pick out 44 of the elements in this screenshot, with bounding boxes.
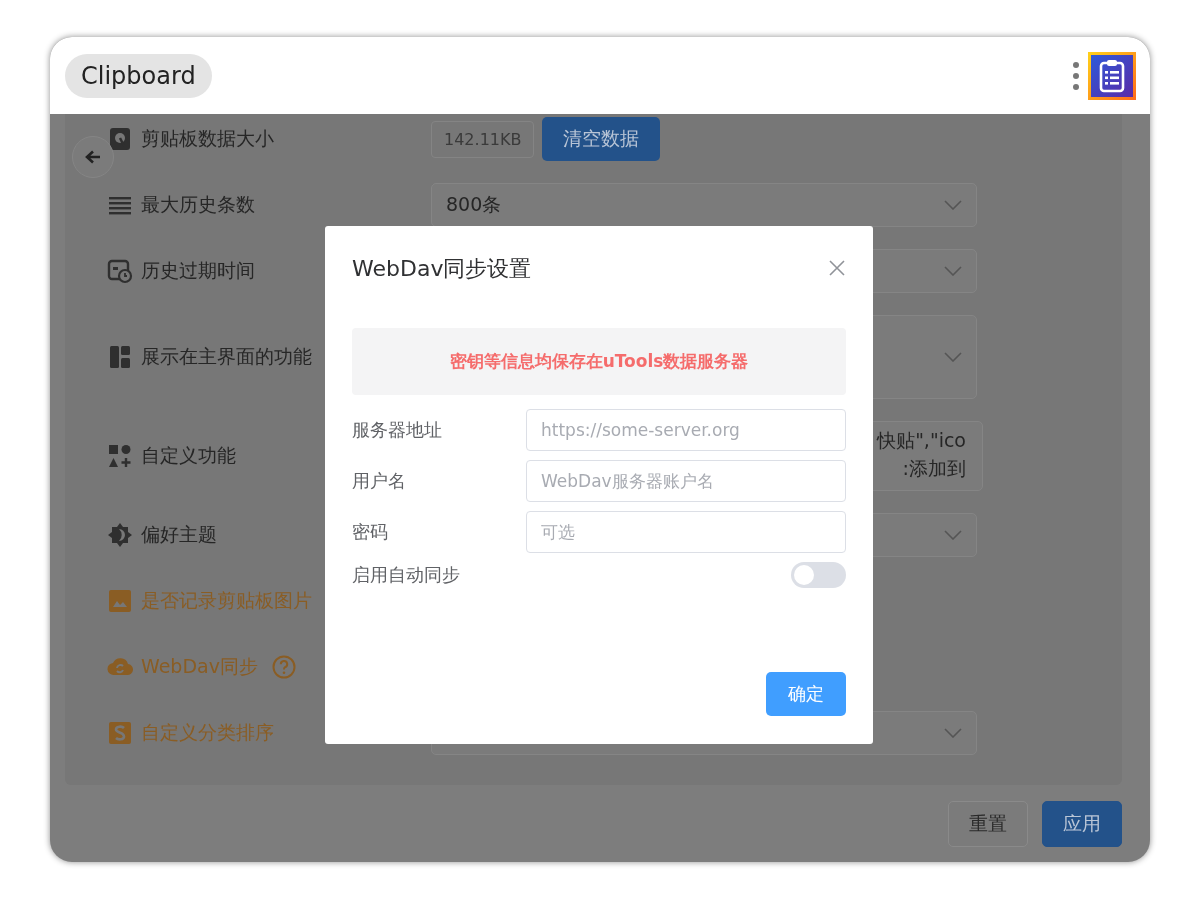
close-button[interactable] <box>828 260 846 278</box>
chevron-down-icon <box>944 200 962 210</box>
s-square-icon <box>107 720 133 746</box>
chevron-down-icon <box>944 266 962 276</box>
arrow-left-icon <box>85 150 101 164</box>
more-options-icon[interactable] <box>1072 59 1080 92</box>
setting-label: 自定义分类排序 <box>141 720 274 745</box>
text-line: :添加到 <box>902 456 966 481</box>
shapes-icon <box>107 443 133 469</box>
setting-label: WebDav同步 <box>141 654 258 679</box>
setting-label: 剪贴板数据大小 <box>141 126 274 151</box>
field-label: 启用自动同步 <box>352 563 461 587</box>
setting-label: 历史过期时间 <box>141 258 255 283</box>
clear-data-button[interactable]: 清空数据 <box>542 117 661 161</box>
layout-icon <box>107 344 133 370</box>
setting-label: 是否记录剪贴板图片 <box>141 588 312 613</box>
field-label: 服务器地址 <box>352 418 443 442</box>
input-field[interactable]: 可选 <box>526 511 846 553</box>
field-label: 用户名 <box>352 469 407 493</box>
calendar-clock-icon <box>107 258 133 284</box>
apply-button[interactable]: 应用 <box>1042 800 1122 847</box>
setting-label: 最大历史条数 <box>141 192 255 217</box>
input-field[interactable]: https://some-server.org <box>526 409 846 451</box>
field-label: 密码 <box>352 520 389 544</box>
confirm-button[interactable]: 确定 <box>766 672 846 716</box>
setting-label: 展示在主界面的功能 <box>141 344 312 369</box>
app-title: Clipboard <box>65 53 212 98</box>
size-value: 142.11KB <box>431 120 535 158</box>
chevron-down-icon <box>944 352 962 362</box>
toggle-switch[interactable] <box>791 562 846 588</box>
reset-button[interactable]: 重置 <box>948 800 1028 847</box>
image-icon <box>107 588 133 614</box>
dialog-title: WebDav同步设置 <box>352 255 532 283</box>
select-field[interactable]: 800条 <box>431 183 977 227</box>
chevron-down-icon <box>944 530 962 540</box>
theme-icon <box>107 522 133 548</box>
setting-label: 偏好主题 <box>141 522 217 547</box>
notice-text: 密钥等信息均保存在uTools数据服务器 <box>449 350 749 373</box>
input-field[interactable]: WebDav服务器账户名 <box>526 460 846 502</box>
text-line: 快贴","ico <box>877 428 966 453</box>
chevron-down-icon <box>944 728 962 738</box>
clipboard-icon <box>1088 51 1136 100</box>
close-icon <box>829 260 845 276</box>
setting-label: 自定义功能 <box>141 443 236 468</box>
